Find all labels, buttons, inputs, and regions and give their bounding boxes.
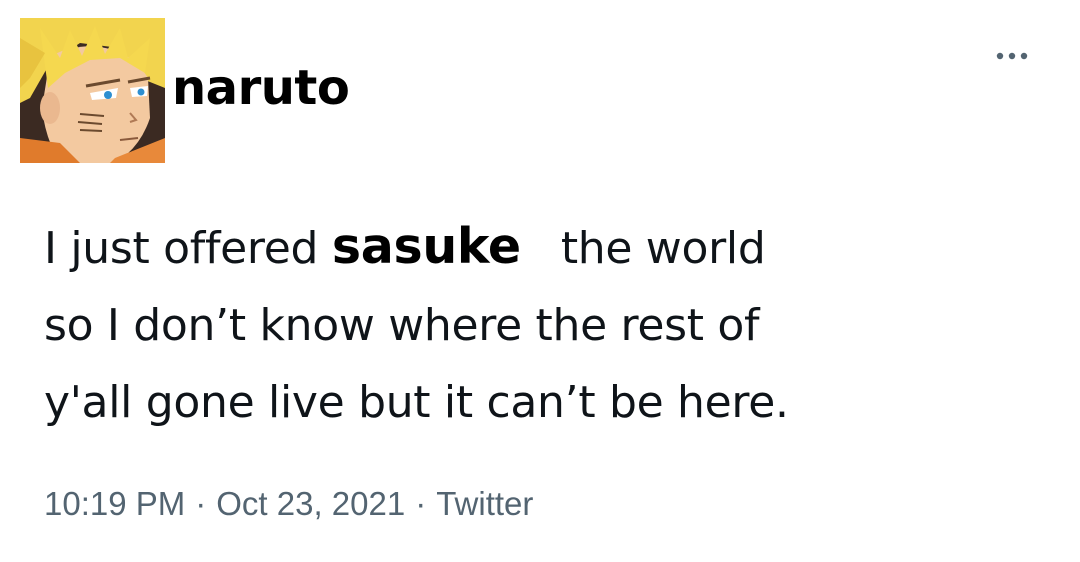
- tweet-line-1-end: the world: [560, 223, 766, 274]
- more-options-button[interactable]: [992, 44, 1032, 68]
- display-name[interactable]: naruto: [172, 58, 350, 118]
- tweet-line-2: so I don’t know where the rest of: [44, 300, 760, 351]
- tweet-text: I just offered sasuke the world so I don’…: [44, 208, 1054, 441]
- tweet-time[interactable]: 10:19 PM: [44, 485, 185, 522]
- tweet-line-3: y'all gone live but it can’t be here.: [44, 377, 789, 428]
- mention-text: sasuke: [331, 218, 521, 275]
- meta-separator: ·: [195, 485, 207, 522]
- tweet-line-1-start: I just offered: [44, 223, 332, 274]
- tweet-card: naruto I just offered sasuke the world so…: [0, 0, 1080, 562]
- tweet-source[interactable]: Twitter: [436, 485, 533, 522]
- tweet-line-1: I just offered sasuke the world: [44, 208, 1054, 287]
- more-horizontal-icon: [996, 52, 1028, 60]
- avatar[interactable]: [20, 18, 165, 163]
- tweet-date[interactable]: Oct 23, 2021: [216, 485, 405, 522]
- tweet-meta: 10:19 PM · Oct 23, 2021 · Twitter: [44, 482, 533, 526]
- naruto-avatar-icon: [20, 18, 165, 163]
- meta-separator: ·: [415, 485, 427, 522]
